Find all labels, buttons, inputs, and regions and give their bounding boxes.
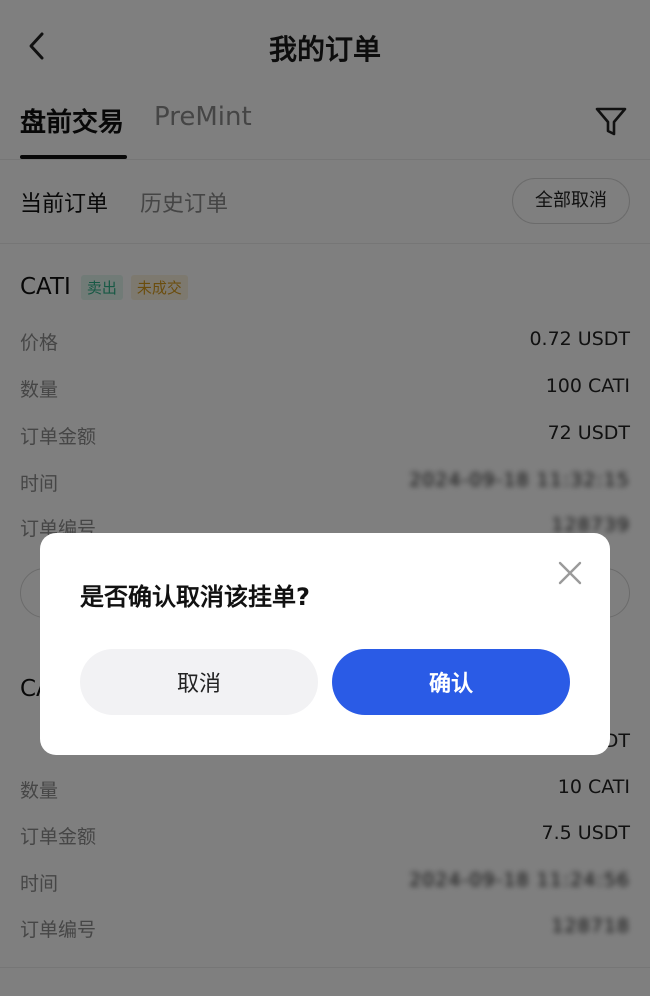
confirm-cancel-dialog: 是否确认取消该挂单? 取消 确认 — [40, 533, 610, 755]
dialog-cancel-button[interactable]: 取消 — [80, 649, 318, 715]
close-icon[interactable] — [556, 559, 584, 587]
dialog-confirm-button[interactable]: 确认 — [332, 649, 570, 715]
modal-overlay[interactable] — [0, 0, 650, 996]
dialog-title: 是否确认取消该挂单? — [80, 583, 310, 611]
